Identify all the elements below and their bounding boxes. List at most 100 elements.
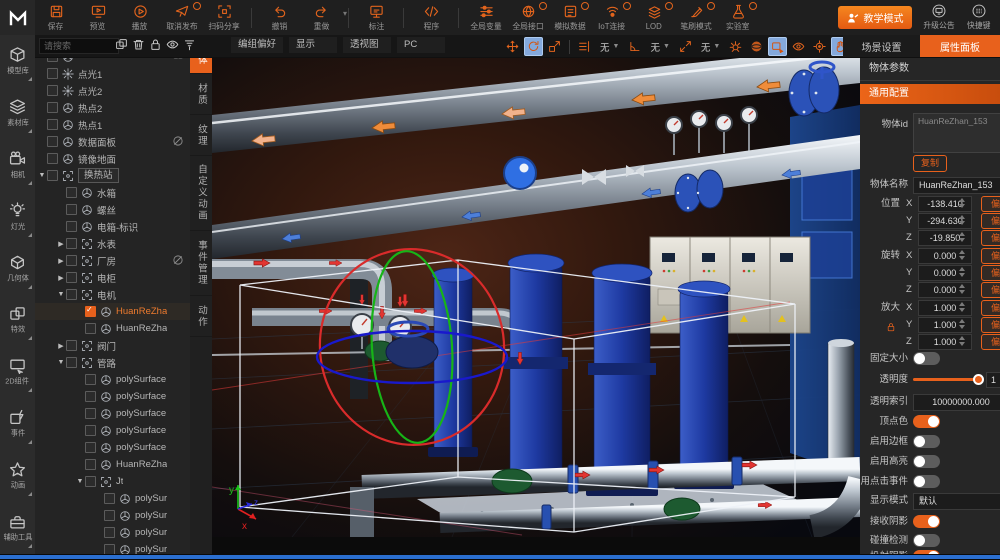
offset-button[interactable]: 偏移 [981, 300, 1000, 316]
tree-row[interactable]: 热点1 [35, 116, 190, 133]
panel-tab-1[interactable]: 材质 [190, 74, 212, 115]
value-stepper[interactable] [959, 267, 965, 277]
setting-input[interactable]: 10000000.000 [913, 394, 1000, 411]
toolbar-redo-button[interactable]: ▾重做 [300, 1, 342, 34]
toolbar-mock-data-button[interactable]: 模拟数据 [549, 1, 591, 34]
offset-button[interactable]: 偏移 [981, 334, 1000, 350]
lock-icon[interactable] [886, 319, 896, 329]
toolbar-global-var-button[interactable]: 全局变量 [465, 1, 507, 34]
view-menu-0[interactable]: 编组偏好 [231, 37, 283, 53]
viewport[interactable]: y x z [212, 57, 860, 537]
value-stepper[interactable] [959, 336, 965, 346]
tree-checkbox[interactable] [66, 289, 77, 300]
expand-arrow-icon[interactable]: ▼ [56, 359, 66, 366]
tree-row[interactable]: 点光1 [35, 65, 190, 82]
expand-arrow-icon[interactable]: ▶ [56, 342, 66, 350]
tree-checkbox[interactable] [104, 510, 115, 521]
tree-row[interactable]: polySur [35, 541, 190, 554]
offset-button[interactable]: 偏移 [981, 213, 1000, 229]
tree-checkbox[interactable] [85, 374, 96, 385]
tree-checkbox[interactable] [47, 68, 58, 79]
toolbar-save-button[interactable]: 保存 [35, 1, 77, 34]
tree-row[interactable]: ▶阀门 [35, 337, 190, 354]
group-header[interactable]: 通用配置 [860, 84, 1000, 104]
toggle-启用高亮[interactable] [913, 455, 940, 468]
tree-row[interactable]: 镜像地面 [35, 150, 190, 167]
value-stepper[interactable] [959, 215, 965, 225]
tree-checkbox[interactable] [66, 272, 77, 283]
app-logo[interactable] [0, 0, 35, 35]
tree-row[interactable]: polySurface [35, 422, 190, 439]
rail-item-animation[interactable]: 动画 [0, 450, 35, 502]
tree-row[interactable]: 点光2 [35, 82, 190, 99]
tool-scale-button[interactable] [545, 37, 564, 56]
tree-row[interactable]: ▼管路 [35, 354, 190, 371]
eye-off-icon[interactable] [172, 254, 184, 266]
value-stepper[interactable] [959, 232, 965, 242]
tree-row[interactable]: polySurface [35, 439, 190, 456]
tree-checkbox[interactable] [85, 442, 96, 453]
tool-angle-snap-button[interactable] [625, 37, 644, 56]
toolbar-code-button[interactable]: 程序 [410, 1, 452, 34]
rail-item-light[interactable]: 灯光 [0, 191, 35, 243]
tree-checkbox[interactable] [85, 425, 96, 436]
rail-item-model-lib[interactable]: 模型库 [0, 35, 35, 87]
value-stepper[interactable] [959, 319, 965, 329]
tree-row[interactable]: ▼电机 [35, 286, 190, 303]
panel-tab-4[interactable]: 事件管理 [190, 231, 212, 296]
toolbar-brush-button[interactable]: 笔刷模式 [675, 1, 717, 34]
tool-material-ball-button[interactable] [747, 37, 766, 56]
tool-visibility-button[interactable] [789, 37, 808, 56]
tree-row[interactable]: ▶电柜 [35, 269, 190, 286]
expand-arrow-icon[interactable]: ▼ [37, 172, 47, 179]
display-mode-select[interactable]: 默认 [913, 493, 1000, 510]
tree-row[interactable]: polySur [35, 524, 190, 541]
tool-box-select-button[interactable] [768, 37, 787, 56]
toggle-固定大小[interactable] [913, 352, 940, 365]
opacity-slider[interactable] [913, 378, 979, 381]
tree-row[interactable]: HuanReZha [35, 456, 190, 473]
offset-button[interactable]: 偏移 [981, 248, 1000, 264]
view-menu-1[interactable]: 显示 [289, 37, 337, 53]
tool-align-button[interactable] [575, 37, 594, 56]
tree-row[interactable]: polySurface [35, 371, 190, 388]
rail-item-geometry[interactable]: 几何体 [0, 243, 35, 295]
tree-row[interactable]: ▼换热站 [35, 167, 190, 184]
tree-checkbox[interactable] [66, 187, 77, 198]
toolbar-undo-button[interactable]: 撤销 [258, 1, 300, 34]
tree-checkbox[interactable] [66, 357, 77, 368]
tree-row[interactable]: 电箱-标识 [35, 218, 190, 235]
tree-row[interactable]: ▼Jt [35, 473, 190, 490]
tree-row[interactable]: HuanReZha [35, 320, 190, 337]
tree-checkbox[interactable] [85, 476, 96, 487]
toolbar-global-api-button[interactable]: 全局接口 [507, 1, 549, 34]
tree-checkbox[interactable] [104, 527, 115, 538]
tool-scale-snap-button[interactable] [676, 37, 695, 56]
slider-knob[interactable] [973, 374, 984, 385]
toolbar-preview-button[interactable]: 预览 [77, 1, 119, 34]
caret-down-icon[interactable]: ▾ [343, 9, 347, 18]
tree-tool-lock-button[interactable] [149, 38, 162, 51]
toolbar-lab-button[interactable]: 实验室 [717, 1, 759, 34]
rail-item-helper-tools[interactable]: 辅助工具 [0, 502, 35, 554]
value-stepper[interactable] [959, 284, 965, 294]
offset-button[interactable]: 偏移 [981, 196, 1000, 212]
tree-checkbox[interactable] [85, 459, 96, 470]
eye-off-icon[interactable] [172, 135, 184, 147]
offset-button[interactable]: 偏移 [981, 282, 1000, 298]
expand-arrow-icon[interactable]: ▼ [75, 478, 85, 485]
object-name-input[interactable]: HuanReZhan_153 [913, 177, 1000, 194]
panel-tab-2[interactable]: 纹理 [190, 115, 212, 156]
value-stepper[interactable] [959, 250, 965, 260]
viewport-canvas[interactable]: y x z [212, 57, 860, 537]
rail-item-effects[interactable]: 特效 [0, 295, 35, 347]
tree-checkbox[interactable] [104, 493, 115, 504]
toggle-碰撞检测[interactable] [913, 534, 940, 547]
tree-tool-visibility-button[interactable] [166, 38, 179, 51]
tab-properties-panel[interactable]: 属性面板 [920, 35, 1000, 57]
expand-arrow-icon[interactable]: ▶ [56, 240, 66, 248]
tree-checkbox[interactable] [47, 85, 58, 96]
tool-spotlight-button[interactable] [726, 37, 745, 56]
tree-row[interactable]: 水箱 [35, 184, 190, 201]
rail-item-asset-lib[interactable]: 素材库 [0, 87, 35, 139]
